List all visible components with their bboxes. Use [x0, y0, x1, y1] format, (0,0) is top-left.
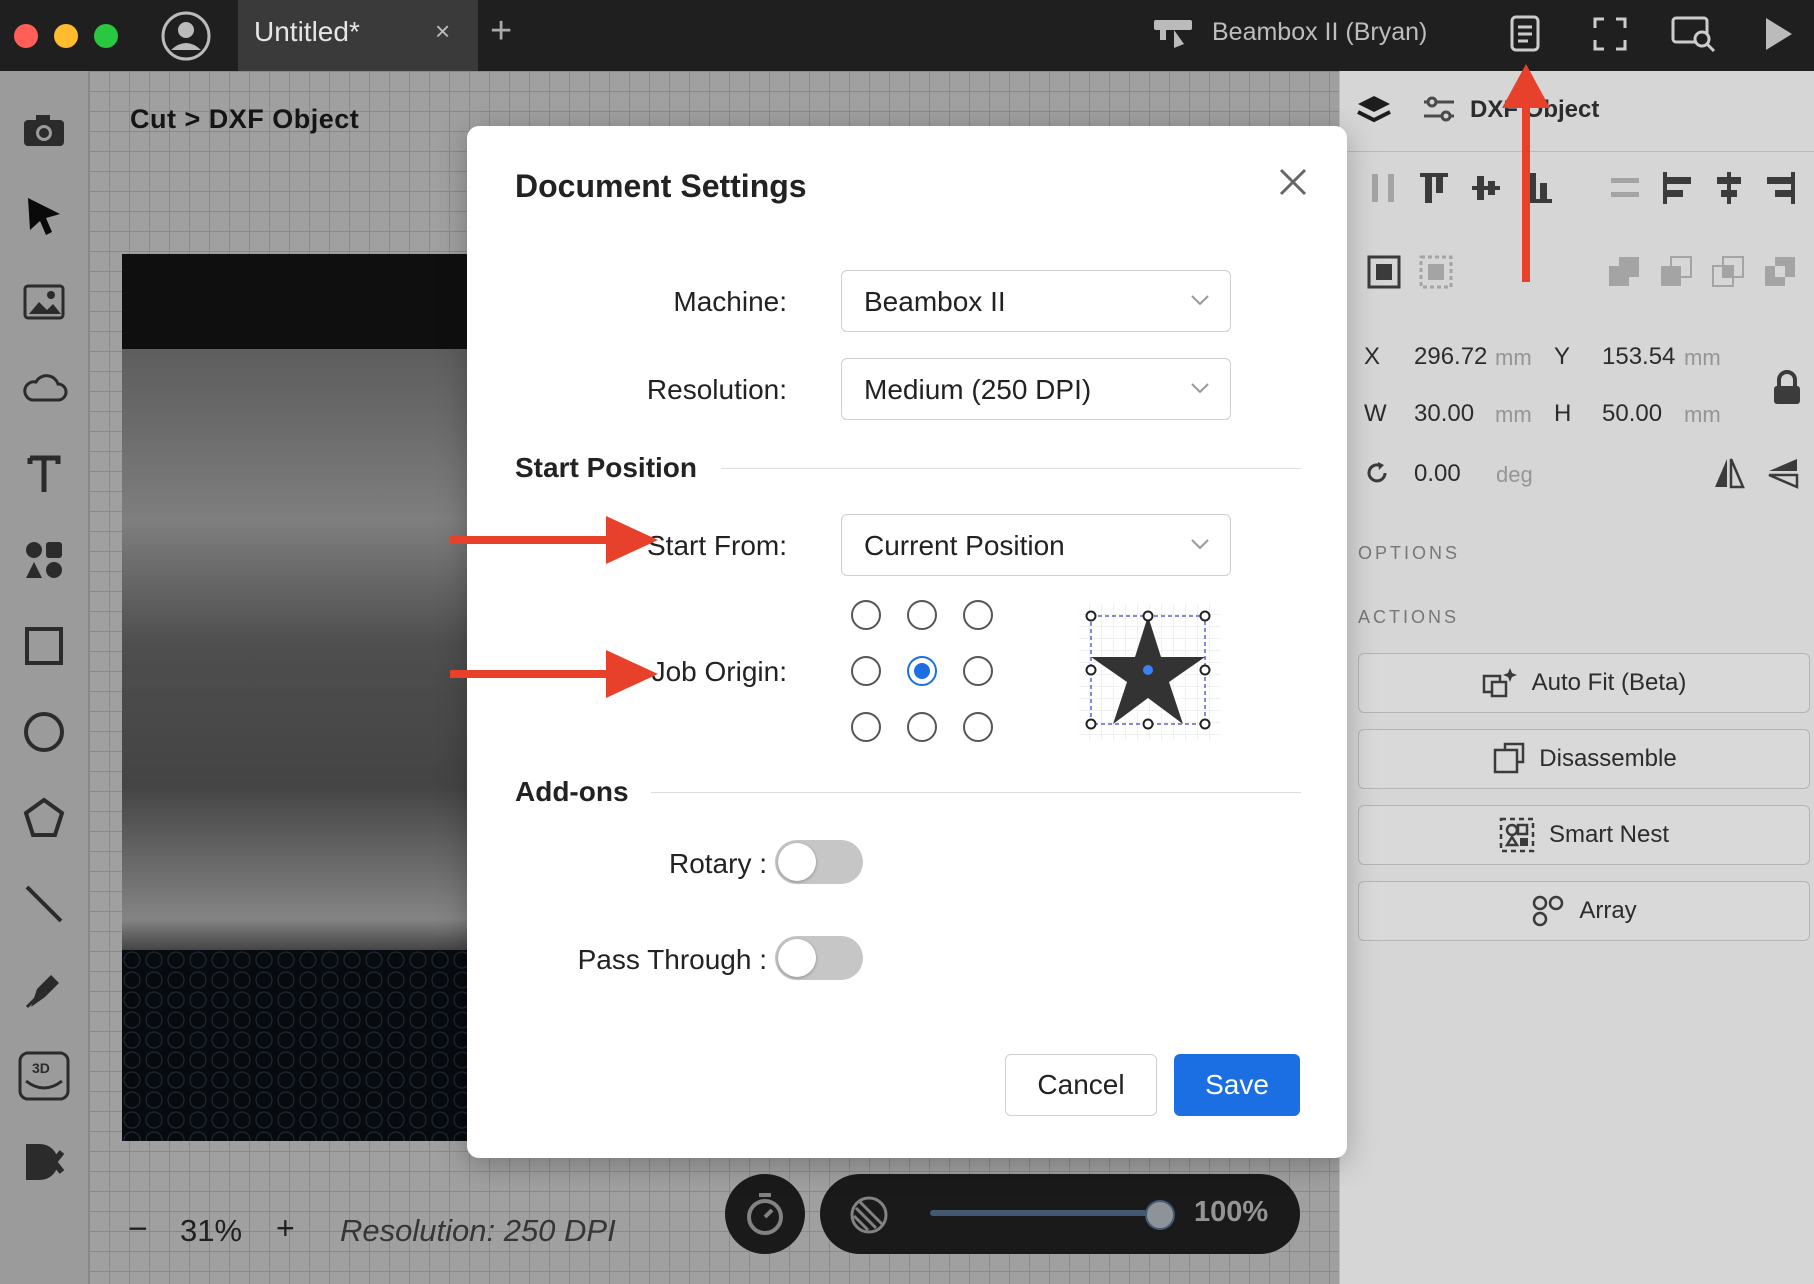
close-window-button[interactable] [14, 24, 38, 48]
resolution-select[interactable]: Medium (250 DPI) [841, 358, 1231, 420]
user-avatar-icon[interactable] [160, 10, 212, 67]
rotary-label: Rotary : [668, 848, 767, 879]
chevron-down-icon [1191, 383, 1209, 394]
annotation-arrow-start-from [450, 512, 660, 573]
origin-preview-star-icon [1077, 602, 1223, 747]
origin-top-right-radio[interactable] [963, 600, 993, 630]
tab-title: Untitled* [254, 16, 360, 47]
minimize-window-button[interactable] [54, 24, 78, 48]
pass-through-toggle-knob [778, 939, 816, 977]
close-icon[interactable] [1275, 164, 1311, 200]
new-tab-button[interactable]: + [490, 10, 512, 53]
machine-select-value: Beambox II [864, 286, 1006, 317]
start-job-play-icon[interactable] [1762, 16, 1794, 57]
pass-through-label: Pass Through : [577, 944, 767, 975]
origin-top-center-radio[interactable] [907, 600, 937, 630]
resolution-label: Resolution: [646, 374, 787, 405]
machine-icon[interactable] [1152, 16, 1196, 57]
annotation-arrow-job-origin [450, 646, 660, 707]
origin-middle-right-radio[interactable] [963, 656, 993, 686]
rotary-toggle[interactable] [775, 840, 863, 884]
modal-backdrop-right[interactable] [1339, 71, 1814, 1284]
annotation-arrow-document-settings [1498, 64, 1554, 289]
frame-icon[interactable] [1592, 16, 1628, 57]
chevron-down-icon [1191, 295, 1209, 306]
origin-bottom-left-radio[interactable] [851, 712, 881, 742]
document-settings-icon[interactable] [1508, 14, 1544, 59]
section-divider [651, 792, 1301, 793]
origin-top-left-radio[interactable] [851, 600, 881, 630]
addons-header: Add-ons [515, 776, 629, 807]
machine-select[interactable]: Beambox II [841, 270, 1231, 332]
resolution-select-value: Medium (250 DPI) [864, 374, 1092, 405]
origin-middle-center-radio[interactable] [907, 656, 937, 686]
machine-label: Machine: [673, 286, 787, 317]
cancel-button[interactable]: Cancel [1005, 1054, 1157, 1116]
title-bar: Untitled* × + Beambox II (Bryan) [0, 0, 1814, 71]
document-settings-dialog: Document Settings Machine: Beambox II Re… [467, 126, 1347, 1158]
start-from-select-value: Current Position [864, 530, 1065, 561]
origin-bottom-right-radio[interactable] [963, 712, 993, 742]
start-from-select[interactable]: Current Position [841, 514, 1231, 576]
maximize-window-button[interactable] [94, 24, 118, 48]
tab-close-button[interactable]: × [435, 16, 450, 47]
origin-bottom-center-radio[interactable] [907, 712, 937, 742]
pass-through-toggle[interactable] [775, 936, 863, 980]
device-name[interactable]: Beambox II (Bryan) [1212, 18, 1427, 47]
section-divider [721, 468, 1301, 469]
start-position-header: Start Position [515, 452, 698, 483]
save-button[interactable]: Save [1174, 1054, 1300, 1116]
origin-middle-left-radio[interactable] [851, 656, 881, 686]
dialog-title: Document Settings [515, 168, 807, 204]
rotary-toggle-knob [778, 843, 816, 881]
job-origin-grid [851, 600, 999, 742]
preview-icon[interactable] [1670, 14, 1718, 59]
chevron-down-icon [1191, 539, 1209, 550]
